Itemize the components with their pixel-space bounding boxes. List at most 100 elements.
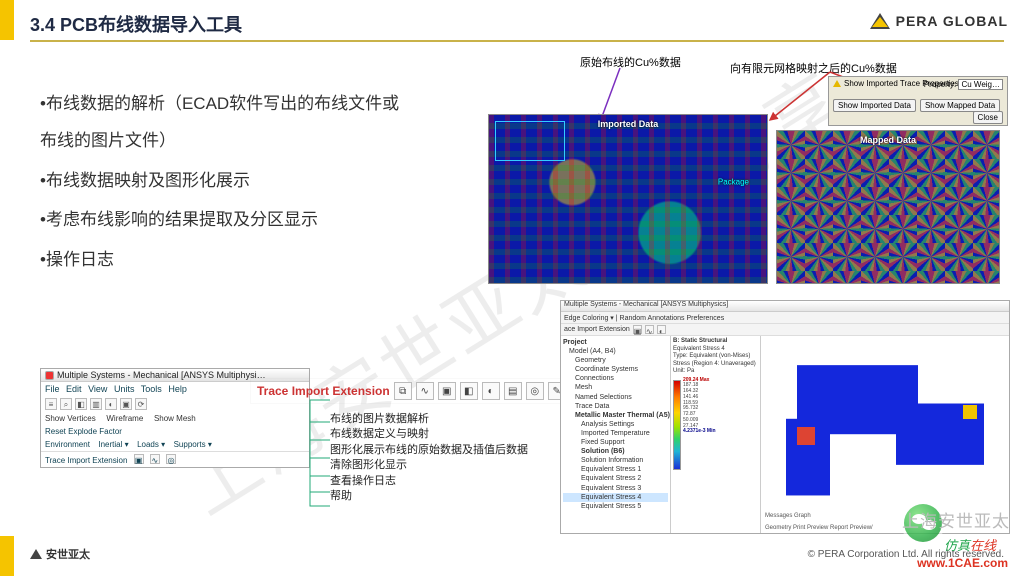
- brand: PERA GLOBAL: [870, 6, 1008, 36]
- property-select[interactable]: Cu Weig…: [958, 79, 1003, 90]
- trace-import-extension-toolbar: Trace Import Extension ⧉ ∿ ▣ ◧ ◐ ▤ ◎ ✎: [250, 378, 573, 404]
- accent-bar-bottom: [0, 536, 14, 576]
- tb-icon[interactable]: ▣: [120, 398, 132, 410]
- rt-icon[interactable]: ∿: [645, 325, 654, 334]
- rt-icon[interactable]: ◐: [657, 325, 666, 334]
- tree-node[interactable]: Equivalent Stress 3: [563, 484, 668, 493]
- canvas-bottom: Messages Graph: [765, 513, 811, 519]
- brand-text: PERA GLOBAL: [896, 13, 1008, 29]
- legend-colorbar: [673, 380, 681, 470]
- bullet-3: •考虑布线影响的结果提取及分区显示: [40, 201, 410, 238]
- legend-min: 4.2371e-3 Min: [683, 429, 716, 435]
- ext-desc-6: 帮助: [330, 489, 530, 504]
- canvas-status: Geometry Print Preview Report Preview/: [765, 525, 873, 531]
- package-label: Package: [718, 178, 749, 187]
- show-vertices[interactable]: Show Vertices: [45, 414, 96, 423]
- tree-node[interactable]: Solution Information: [563, 456, 668, 465]
- ext-desc-2: 布线数据定义与映射: [330, 427, 530, 442]
- tree-node[interactable]: Solution (B6): [563, 447, 668, 456]
- ext-icon[interactable]: ▤: [504, 382, 522, 400]
- mapped-canvas-title: Mapped Data: [860, 135, 916, 145]
- explode-row: Reset Explode Factor: [41, 425, 309, 438]
- show-row: Show Vertices Wireframe Show Mesh: [41, 412, 309, 425]
- menu-units[interactable]: Units: [114, 384, 135, 394]
- tb-icon[interactable]: ≡: [45, 398, 57, 410]
- tree-node[interactable]: Model (A4, B4): [563, 347, 668, 356]
- tb-icon[interactable]: ▥: [90, 398, 102, 410]
- tree-node[interactable]: Fixed Support: [563, 438, 668, 447]
- bullet-list: •布线数据的解析（ECAD软件写出的布线文件或布线的图片文件） •布线数据映射及…: [40, 85, 410, 280]
- close-button[interactable]: Close: [973, 111, 1003, 124]
- rt-icon[interactable]: ▣: [633, 325, 642, 334]
- tree-node[interactable]: Geometry: [563, 356, 668, 365]
- menu-edit[interactable]: Edit: [66, 384, 82, 394]
- result-toolbar-1: Edge Coloring ▾ | Random Annotations Pre…: [561, 312, 1009, 324]
- ext-small-icon[interactable]: ◎: [166, 454, 176, 464]
- mapped-data-canvas: Mapped Data: [776, 130, 1000, 284]
- result-body: Project Model (A4, B4) Geometry Coordina…: [561, 336, 1009, 533]
- legend-values: 209.24 Max 187.18 164.32 141.46 118.59 9…: [683, 378, 716, 472]
- result-unit: Unit: Pa: [673, 368, 758, 376]
- ext-icon[interactable]: ▣: [438, 382, 456, 400]
- result-toolbar-2: ace Import Extension ▣ ∿ ◐: [561, 324, 1009, 336]
- inertial[interactable]: Inertial ▾: [98, 440, 128, 449]
- ext-desc-3: 图形化展示布线的原始数据及插值后数据: [330, 443, 530, 458]
- bullet-4: •操作日志: [40, 241, 410, 278]
- ext-icon[interactable]: ⧉: [394, 382, 412, 400]
- tree-node[interactable]: Named Selections: [563, 393, 668, 402]
- reset-explode[interactable]: Reset Explode Factor: [45, 427, 122, 436]
- tree-node[interactable]: Analysis Settings: [563, 420, 668, 429]
- ext-small-icon[interactable]: ∿: [150, 454, 160, 464]
- environment[interactable]: Environment: [45, 440, 90, 449]
- tree-node[interactable]: Imported Temperature: [563, 429, 668, 438]
- menu-view[interactable]: View: [88, 384, 107, 394]
- imported-canvas-title: Imported Data: [598, 119, 659, 129]
- menu-help[interactable]: Help: [168, 384, 187, 394]
- watermark-gray-text: 上海安世亚太: [902, 507, 1010, 532]
- app-icon: [45, 371, 54, 380]
- ext-small-icon[interactable]: ▣: [134, 454, 144, 464]
- footer: 安世亚太 © PERA Corporation Ltd. All rights …: [30, 546, 1004, 562]
- tree-root[interactable]: Project: [563, 338, 668, 347]
- tb-icon[interactable]: ◐: [105, 398, 117, 410]
- ext-icon[interactable]: ◎: [526, 382, 544, 400]
- show-imported-button[interactable]: Show Imported Data: [833, 99, 916, 112]
- result-type: Type: Equivalent (von-Mises) Stress (Reg…: [673, 353, 758, 368]
- result-title: B: Static Structural: [673, 338, 758, 346]
- tree-node[interactable]: Mesh: [563, 383, 668, 392]
- zoom-inset: [495, 121, 565, 161]
- result-3d-canvas[interactable]: Geometry Print Preview Report Preview/ M…: [761, 336, 1009, 533]
- tree-node[interactable]: Equivalent Stress 1: [563, 465, 668, 474]
- trace-import-extension-label: Trace Import Extension: [257, 384, 390, 398]
- tb-icon[interactable]: ⟳: [135, 398, 147, 410]
- property-field: Property: Cu Weig…: [924, 80, 1003, 89]
- supports[interactable]: Supports ▾: [174, 440, 212, 449]
- tree-node[interactable]: Trace Data: [563, 402, 668, 411]
- stress-region-shape: [775, 350, 995, 503]
- tb-icon[interactable]: ⌕: [60, 398, 72, 410]
- ext-icon[interactable]: ◐: [482, 382, 500, 400]
- ext-row-small: Trace Import Extension ▣ ∿ ◎: [41, 451, 309, 467]
- tree-node[interactable]: Equivalent Stress 2: [563, 474, 668, 483]
- bullet-2: •布线数据映射及图形化展示: [40, 162, 410, 199]
- wireframe[interactable]: Wireframe: [106, 414, 143, 423]
- tree-node[interactable]: Metallic Master Thermal (A5): [563, 411, 668, 420]
- tree-node[interactable]: Equivalent Stress 5: [563, 502, 668, 511]
- tb-icon[interactable]: ◧: [75, 398, 87, 410]
- slide-title: 3.4 PCB布线数据导入工具: [30, 11, 242, 37]
- trace-import-ext-label-small[interactable]: Trace Import Extension: [45, 456, 127, 465]
- show-mesh[interactable]: Show Mesh: [154, 414, 196, 423]
- menu-file[interactable]: File: [45, 384, 60, 394]
- loads[interactable]: Loads ▾: [137, 440, 165, 449]
- ext-bracket-svg: [308, 382, 309, 506]
- outline-tree[interactable]: Project Model (A4, B4) Geometry Coordina…: [561, 336, 671, 533]
- tree-node-selected[interactable]: Equivalent Stress 4: [563, 493, 668, 502]
- menu-tools[interactable]: Tools: [141, 384, 162, 394]
- tree-node[interactable]: Coordinate Systems: [563, 365, 668, 374]
- tree-node[interactable]: Connections: [563, 374, 668, 383]
- watermark-sim: 仿真在线: [944, 535, 996, 554]
- ext-icon[interactable]: ∿: [416, 382, 434, 400]
- result-legend: B: Static Structural Equivalent Stress 4…: [671, 336, 761, 533]
- ext-icon[interactable]: ◧: [460, 382, 478, 400]
- title-row: 3.4 PCB布线数据导入工具: [30, 10, 804, 38]
